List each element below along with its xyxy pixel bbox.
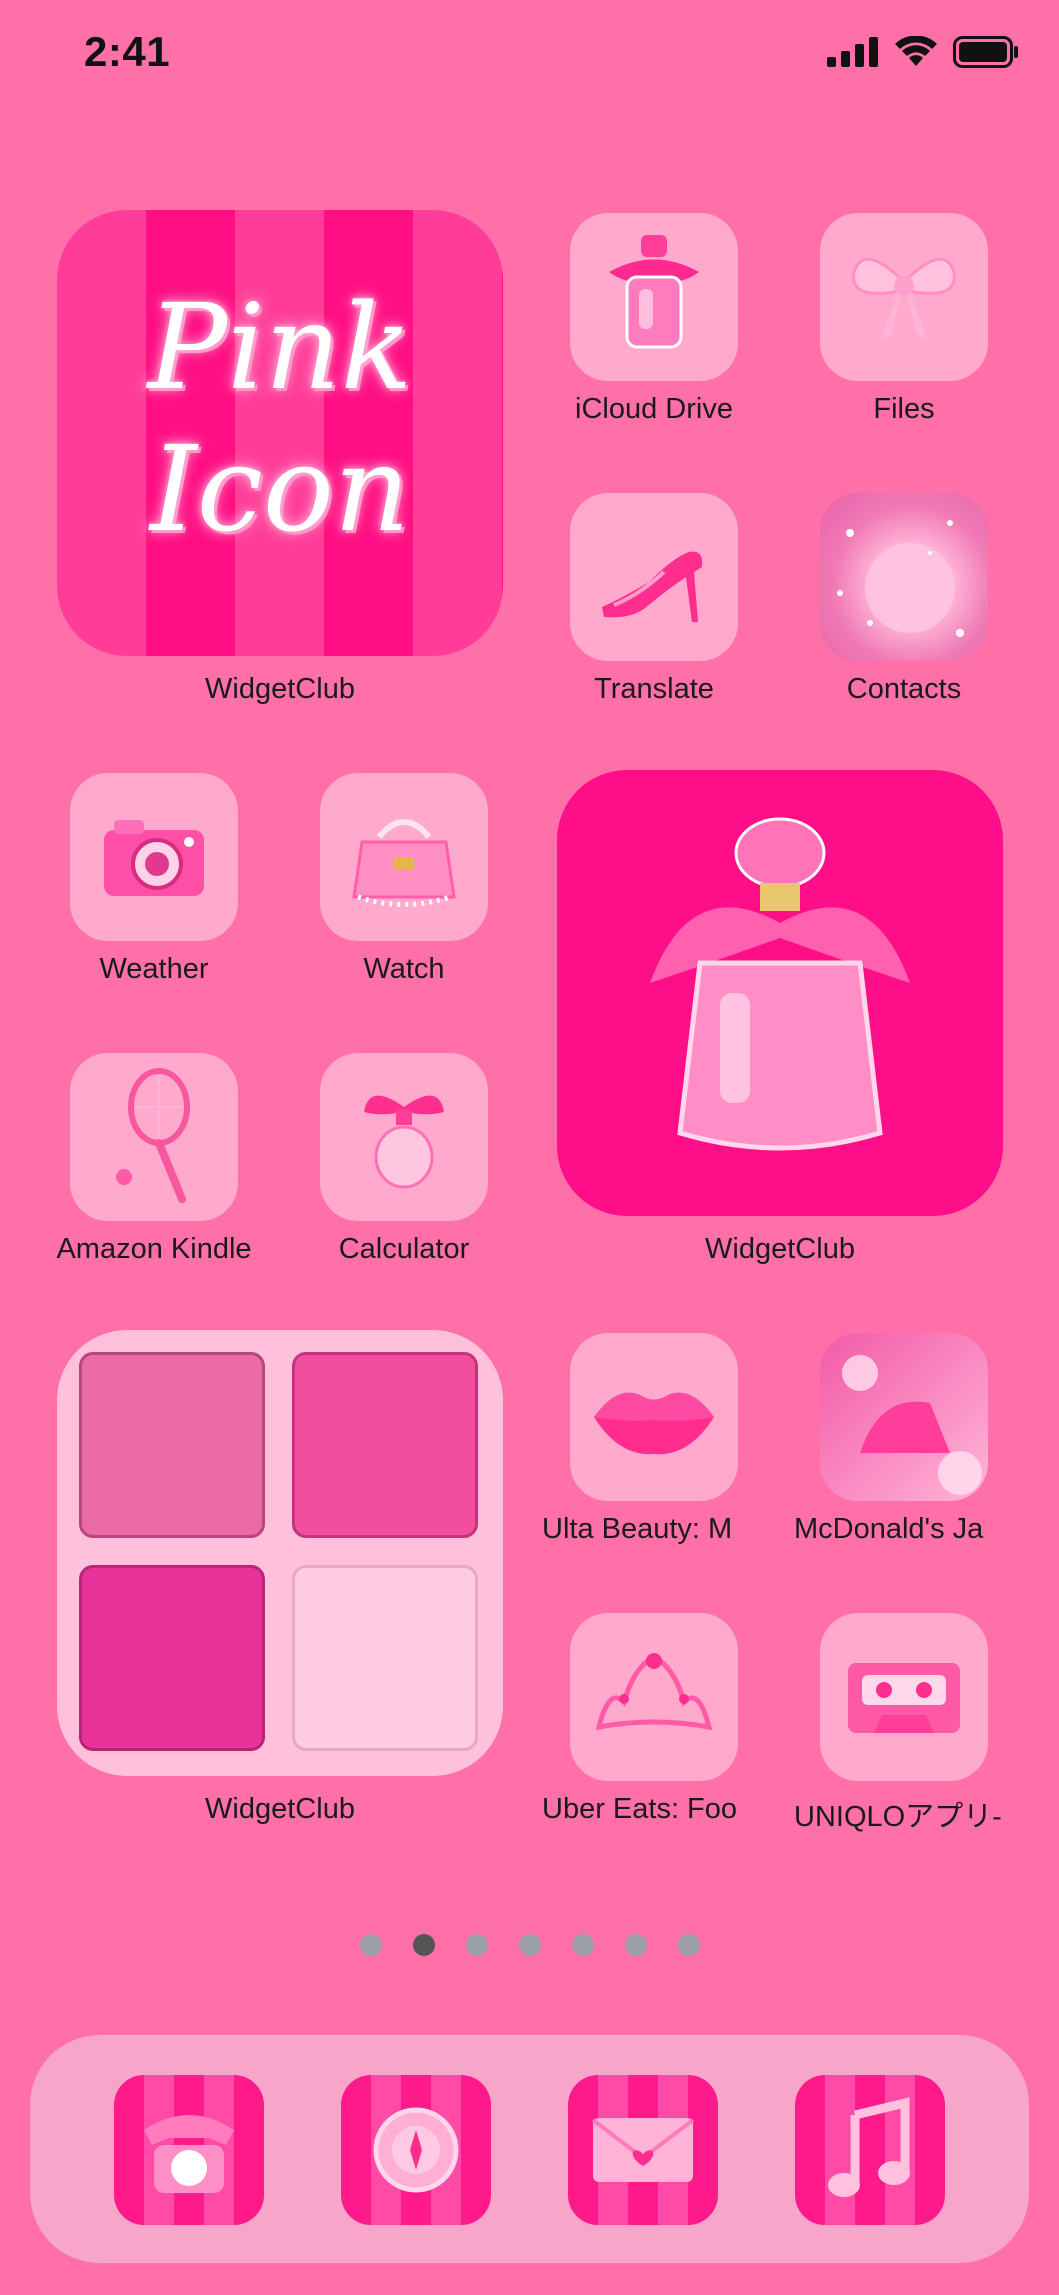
bow-icon: [852, 257, 956, 342]
status-time: 2:41: [84, 28, 171, 75]
app-weather-label: Weather: [99, 953, 209, 985]
dock-app-mail[interactable]: [568, 2075, 718, 2225]
app-weather[interactable]: [70, 773, 238, 941]
app-translate-label: Translate: [594, 673, 714, 705]
dock: [30, 2035, 1029, 2263]
perfume-widget-label: WidgetClub: [705, 1233, 855, 1265]
app-uber-eats-label: Uber Eats: Foo: [542, 1793, 738, 1825]
page-dot-7[interactable]: [677, 1934, 700, 1956]
small-perfume-icon: [364, 1095, 444, 1189]
app-icloud-drive-label: iCloud Drive: [575, 393, 733, 425]
telephone-icon: [144, 2115, 234, 2193]
widget-title-line1: Pink: [147, 278, 413, 416]
high-heel-icon: [602, 551, 703, 622]
tennis-racket-icon: [116, 1068, 190, 1203]
palette-widget-label: WidgetClub: [205, 1793, 355, 1825]
perfume-bottle-icon: [609, 235, 699, 349]
app-mcdonalds-label: McDonald's Ja: [794, 1513, 984, 1545]
perfume-bottle-large-icon: [650, 817, 910, 1151]
widget-title-line2: Icon: [150, 420, 410, 558]
palette-shade-2: [292, 1352, 478, 1538]
cellular-signal-icon: [827, 37, 878, 67]
pink-icon-widget[interactable]: Pink Icon: [57, 210, 503, 656]
palette-shade-4: [292, 1565, 478, 1751]
app-watch[interactable]: [320, 773, 488, 941]
app-calculator-label: Calculator: [338, 1233, 470, 1265]
glitter-powder-icon: [837, 520, 964, 637]
palette-shade-1: [79, 1352, 265, 1538]
envelope-icon: [591, 2118, 695, 2182]
app-uniqlo[interactable]: [820, 1613, 988, 1781]
app-uber-eats[interactable]: [570, 1613, 738, 1781]
handbag-icon: [352, 819, 456, 907]
app-contacts-label: Contacts: [846, 673, 962, 705]
pink-icon-widget-label: WidgetClub: [205, 673, 355, 705]
eyeshadow-palette-widget[interactable]: [57, 1330, 503, 1776]
app-uniqlo-label: UNIQLOアプリ-: [794, 1801, 1002, 1833]
dock-app-safari[interactable]: [341, 2075, 491, 2225]
lips-icon: [594, 1392, 714, 1455]
page-dot-3[interactable]: [465, 1934, 488, 1956]
page-indicator[interactable]: [0, 1934, 1059, 1956]
page-dot-5[interactable]: [571, 1934, 594, 1956]
app-files[interactable]: [820, 213, 988, 381]
wifi-icon: [895, 36, 937, 66]
app-ulta-beauty[interactable]: [570, 1333, 738, 1501]
app-translate[interactable]: [570, 493, 738, 661]
app-watch-label: Watch: [363, 953, 445, 985]
perfume-widget[interactable]: [557, 770, 1003, 1216]
palette-shade-3: [79, 1565, 265, 1751]
app-ulta-beauty-label: Ulta Beauty: M: [542, 1513, 733, 1545]
app-files-label: Files: [873, 393, 935, 425]
page-dot-6[interactable]: [624, 1934, 647, 1956]
battery-icon: [953, 36, 1018, 68]
page-dot-4[interactable]: [518, 1934, 541, 1956]
dock-app-phone[interactable]: [114, 2075, 264, 2225]
app-amazon-kindle[interactable]: [70, 1053, 238, 1221]
music-note-icon: [828, 2097, 910, 2197]
app-mcdonalds[interactable]: [820, 1333, 988, 1501]
app-icloud-drive[interactable]: [570, 213, 738, 381]
app-calculator[interactable]: [320, 1053, 488, 1221]
camera-icon: [104, 820, 204, 896]
app-contacts[interactable]: [820, 493, 988, 661]
cassette-tape-icon: [848, 1663, 960, 1733]
tiara-icon: [595, 1653, 713, 1731]
pink-heels-fur-icon: [842, 1355, 982, 1495]
compass-icon: [373, 2107, 459, 2193]
app-amazon-kindle-label: Amazon Kindle: [56, 1233, 252, 1265]
page-dot-2-active[interactable]: [412, 1934, 435, 1956]
page-dot-1[interactable]: [359, 1934, 382, 1956]
status-icons: [827, 36, 1019, 68]
dock-app-music[interactable]: [795, 2075, 945, 2225]
